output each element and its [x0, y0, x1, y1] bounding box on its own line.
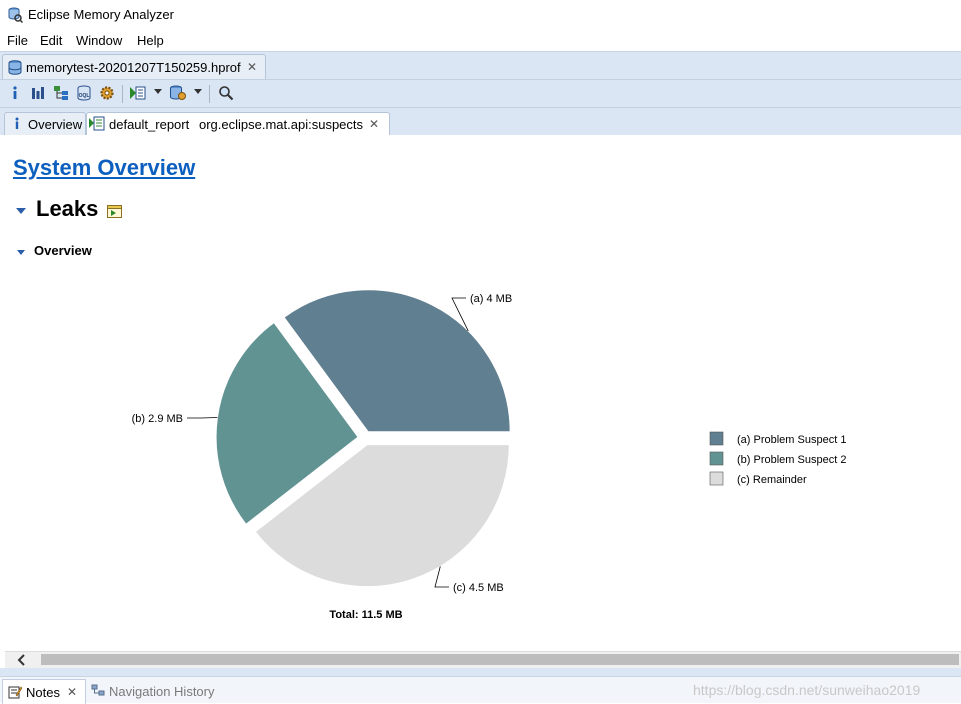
legend-swatch [710, 472, 723, 485]
scrollbar-thumb[interactable] [41, 654, 959, 665]
pie-slice-label: (b) 2.9 MB [132, 413, 183, 425]
info-icon [13, 117, 21, 135]
bottom-tab-strip: Notes ✕ Navigation History https://blog.… [0, 676, 961, 703]
menu-window[interactable]: Window [76, 33, 122, 48]
toolbar: OQL [0, 79, 961, 108]
title-bar: Eclipse Memory Analyzer [0, 0, 961, 31]
heap-dump-dropdown-icon[interactable] [194, 89, 202, 94]
pie-slice-label: (c) 4.5 MB [453, 582, 504, 594]
run-report-icon[interactable] [128, 83, 148, 103]
menu-bar: File Edit Window Help [0, 31, 961, 51]
navigation-history-icon [91, 684, 105, 702]
report-icon [89, 116, 105, 137]
toolbar-separator [122, 85, 123, 103]
horizontal-scrollbar[interactable] [5, 651, 961, 668]
menu-help[interactable]: Help [137, 33, 164, 48]
editor-tab-strip: memorytest-20201207T150259.hprof ✕ [0, 51, 961, 80]
heap-dump-icon[interactable] [168, 83, 188, 103]
scroll-left-icon[interactable] [5, 652, 39, 668]
search-icon[interactable] [216, 83, 236, 103]
watermark-text: https://blog.csdn.net/sunweihao2019 [693, 682, 920, 698]
app-icon [7, 7, 23, 28]
run-report-dropdown-icon[interactable] [154, 89, 162, 94]
editor-tab-heap-dump[interactable]: memorytest-20201207T150259.hprof ✕ [2, 54, 266, 80]
legend-swatch [710, 452, 723, 465]
window-title: Eclipse Memory Analyzer [28, 7, 174, 22]
dominator-tree-icon[interactable] [51, 83, 71, 103]
tab-report-name: default_report [109, 117, 189, 132]
close-icon[interactable]: ✕ [369, 117, 379, 131]
tab-notes-label: Notes [26, 685, 60, 700]
pie-leader-line [435, 566, 449, 587]
tab-overview-label: Overview [28, 117, 82, 132]
tab-overview[interactable]: Overview [4, 112, 86, 135]
tab-report-id: org.eclipse.mat.api:suspects [199, 117, 363, 132]
oql-icon[interactable]: OQL [74, 83, 94, 103]
histogram-icon[interactable] [28, 83, 48, 103]
svg-text:OQL: OQL [79, 93, 90, 99]
tab-suspects-report[interactable]: default_report org.eclipse.mat.api:suspe… [86, 112, 390, 136]
notes-icon [8, 685, 22, 704]
editor-tab-label: memorytest-20201207T150259.hprof [26, 60, 241, 75]
info-icon[interactable] [5, 83, 25, 103]
legend-entry: (a) Problem Suspect 1 [737, 434, 846, 446]
legend-swatch [710, 432, 723, 445]
report-tab-strip: Overview default_report org.eclipse.mat.… [0, 107, 961, 136]
gear-icon[interactable] [97, 83, 117, 103]
menu-edit[interactable]: Edit [40, 33, 62, 48]
chart-total-label: Total: 11.5 MB [329, 609, 402, 621]
pie-chart: (a) 4 MB (b) 2.9 MB (c) 4.5 MB Total: 11.5… [0, 135, 961, 651]
tab-notes[interactable]: Notes ✕ [2, 679, 86, 704]
pie-slice-label: (a) 4 MB [470, 293, 512, 305]
tab-navigation-history[interactable]: Navigation History [109, 684, 215, 699]
close-icon[interactable]: ✕ [247, 60, 257, 74]
menu-file[interactable]: File [7, 33, 28, 48]
close-icon[interactable]: ✕ [67, 685, 77, 699]
database-icon [8, 60, 22, 80]
legend-entry: (c) Remainder [737, 474, 807, 486]
bottom-separator [0, 668, 961, 676]
legend-entry: (b) Problem Suspect 2 [737, 454, 846, 466]
toolbar-separator [209, 85, 210, 103]
